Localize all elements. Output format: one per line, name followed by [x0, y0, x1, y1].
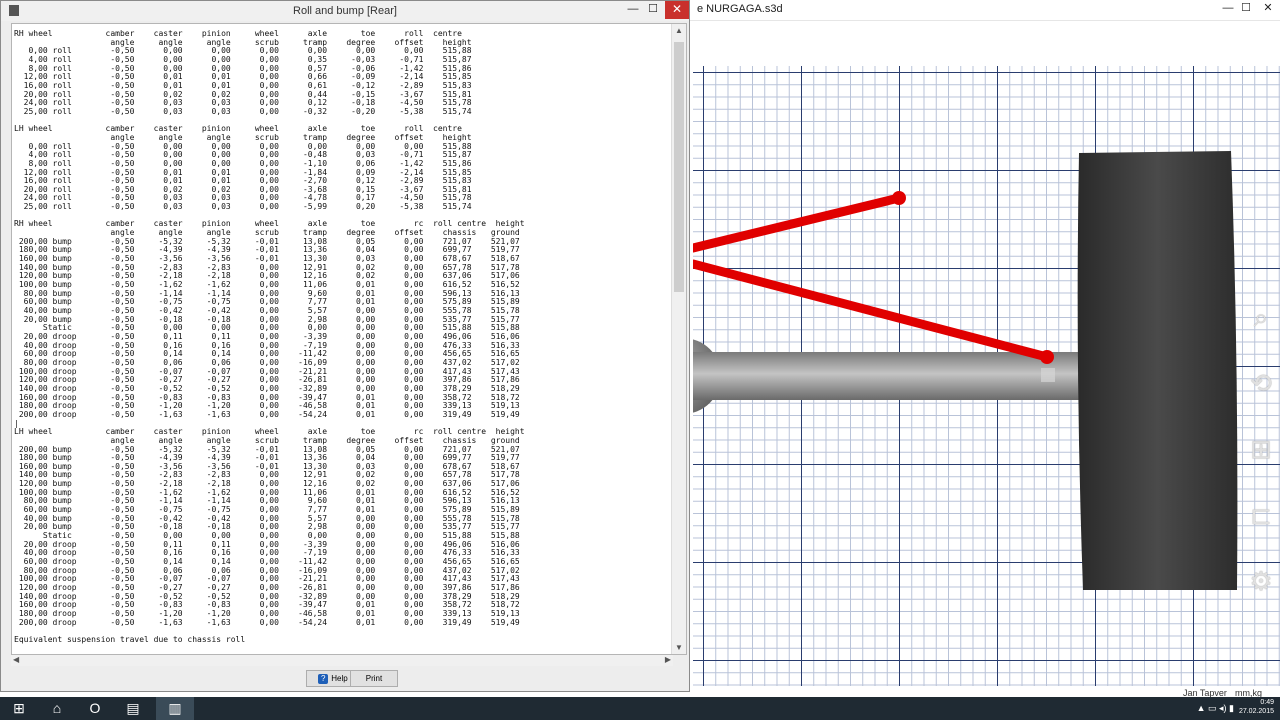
- windows-start-icon[interactable]: ⊞: [0, 697, 38, 720]
- horizontal-scrollbar[interactable]: ◀ ▶: [11, 655, 673, 666]
- magnifier-icon[interactable]: ⌕: [1244, 300, 1278, 334]
- upper-link-joint: [892, 191, 906, 205]
- lower-link: [693, 259, 1052, 362]
- taskbar: ⊞ ⌂ O ▤ ▥ ▲ ▭ ◂) ▮ 0:49 27.02.2015: [0, 697, 1280, 720]
- rear-wheel: [1077, 151, 1238, 590]
- print-label: Print: [365, 674, 383, 683]
- 3d-viewport[interactable]: [693, 66, 1280, 686]
- close-button[interactable]: ✕: [1256, 0, 1280, 18]
- suspension-app-icon[interactable]: ▥: [156, 697, 194, 720]
- background-title: e NURGAGA.s3d: [697, 3, 783, 15]
- scroll-thumb[interactable]: [674, 42, 684, 292]
- gear-icon[interactable]: ⚙: [1244, 564, 1278, 598]
- opera-icon[interactable]: O: [76, 697, 114, 720]
- scroll-down-icon[interactable]: ▼: [672, 643, 686, 652]
- scroll-up-icon[interactable]: ▲: [672, 26, 686, 35]
- print-button[interactable]: Print: [350, 670, 398, 687]
- windows-start-icon[interactable]: ⊞: [1244, 432, 1278, 466]
- clock-date: 27.02.2015: [1238, 708, 1274, 715]
- clock-time: 0:49: [1260, 699, 1274, 706]
- suspension-model: [693, 151, 1238, 590]
- roll-and-bump-dialog: Roll and bump [Rear] — ☐ ✕ RH wheel camb…: [0, 0, 690, 692]
- tray-icons[interactable]: ▲ ▭ ◂) ▮: [1197, 703, 1234, 714]
- help-icon: ?: [318, 674, 329, 684]
- report-text: RH wheel camber caster pinion wheel axle…: [14, 29, 525, 644]
- share-icon[interactable]: ⟲: [1244, 366, 1278, 400]
- axle-mount: [1041, 368, 1055, 382]
- folder-icon[interactable]: ▤: [114, 697, 152, 720]
- vertical-scrollbar[interactable]: ▲ ▼: [671, 24, 686, 654]
- lower-link-joint: [1040, 350, 1054, 364]
- report-textarea[interactable]: RH wheel camber caster pinion wheel axle…: [11, 23, 687, 655]
- maximize-button[interactable]: ☐: [1234, 0, 1258, 18]
- dialog-maximize-button[interactable]: ☐: [641, 1, 665, 19]
- devices-icon[interactable]: ⊏: [1244, 498, 1278, 532]
- file-explorer-icon[interactable]: ⌂: [38, 697, 76, 720]
- axle-tube: [693, 352, 1083, 400]
- upper-link: [693, 193, 904, 253]
- dialog-titlebar: Roll and bump [Rear] — ☐ ✕: [1, 1, 689, 21]
- help-label: Help: [331, 674, 348, 683]
- dialog-title: Roll and bump [Rear]: [293, 5, 397, 17]
- clock[interactable]: 0:49 27.02.2015: [1239, 698, 1274, 716]
- dialog-close-button[interactable]: ✕: [665, 1, 689, 19]
- scroll-left-icon[interactable]: ◀: [13, 655, 19, 664]
- charm-bar: ⌕ ⟲ ⊞ ⊏ ⚙: [1240, 300, 1280, 630]
- scroll-right-icon[interactable]: ▶: [665, 655, 671, 664]
